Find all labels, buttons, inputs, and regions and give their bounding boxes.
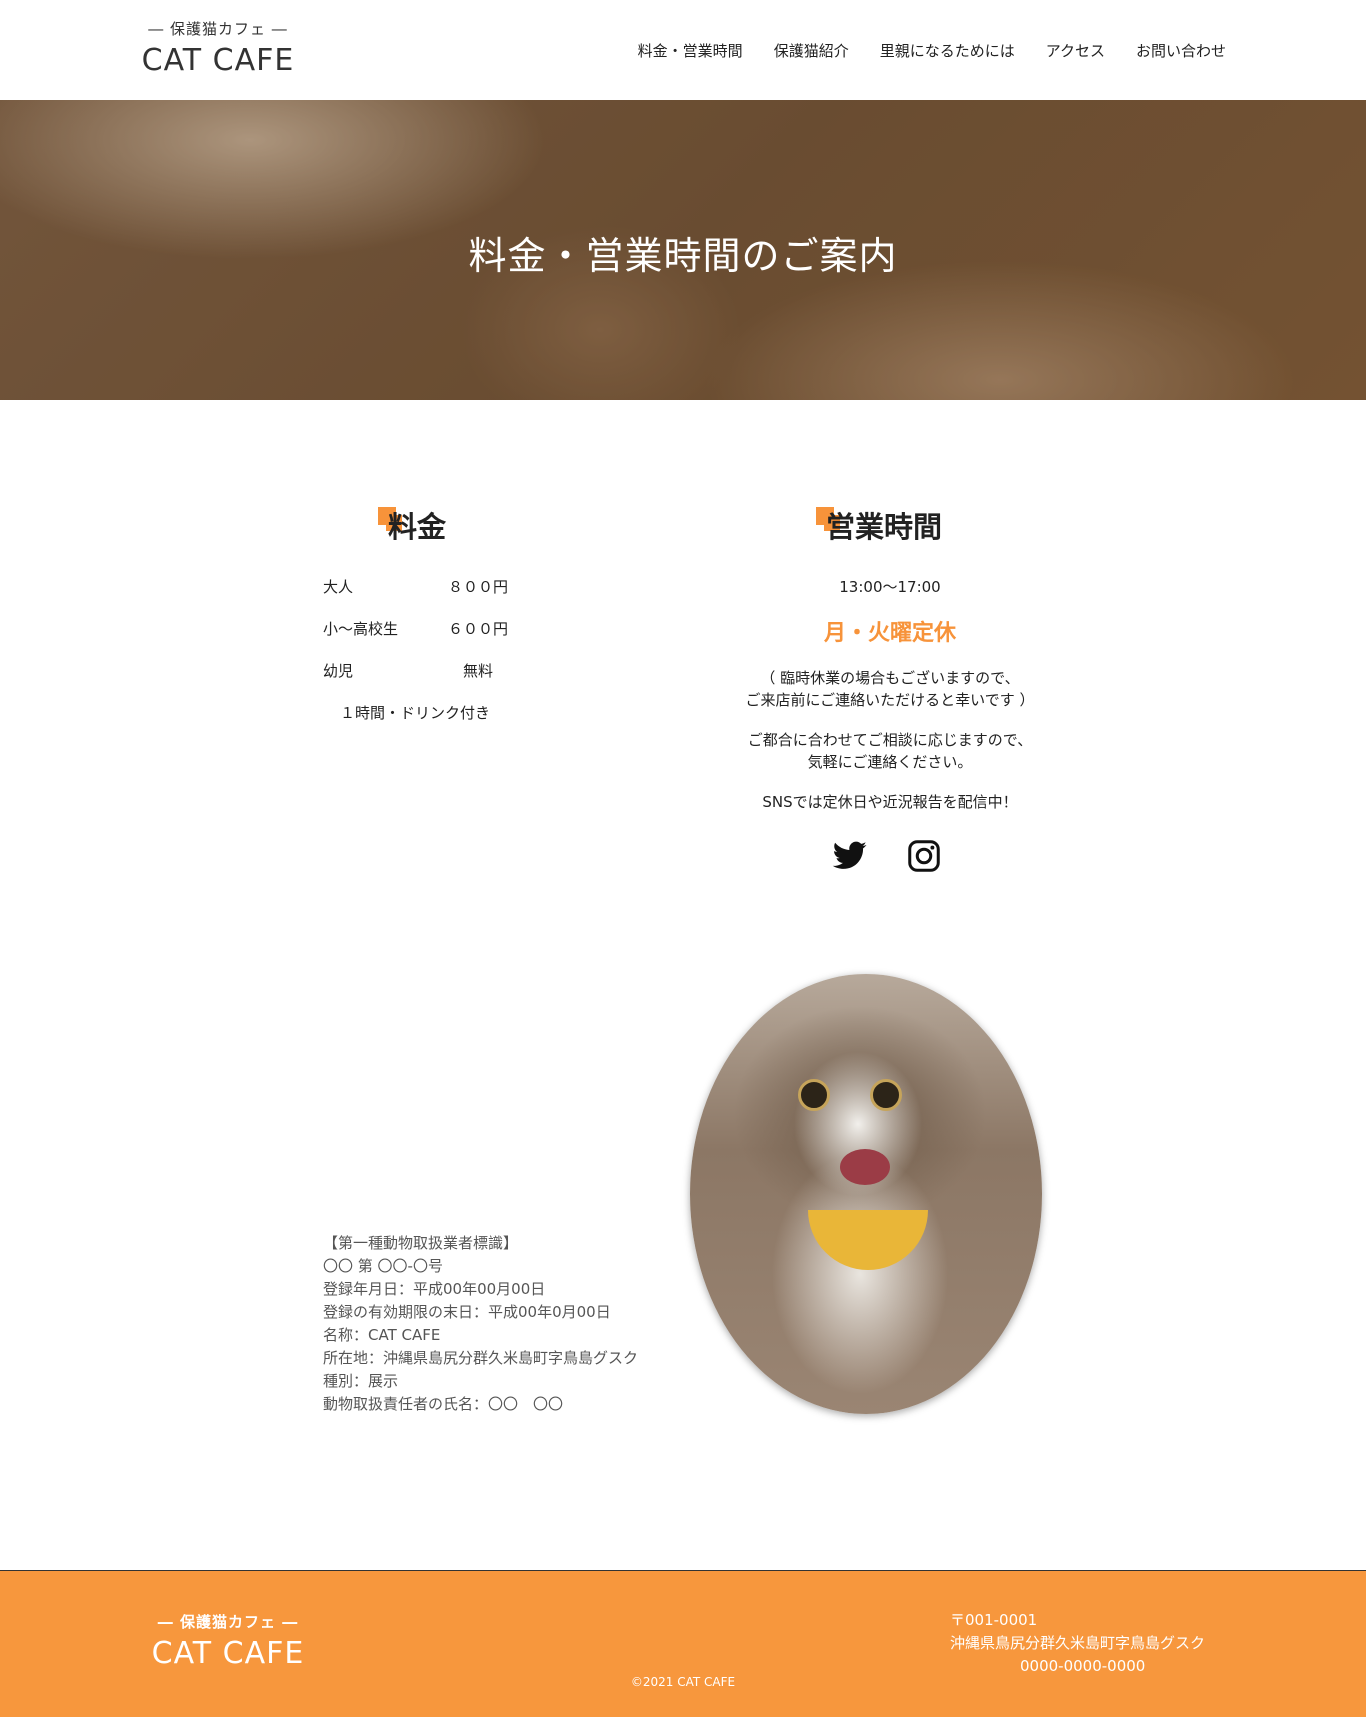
hours-heading: 営業時間 <box>816 504 943 546</box>
nav-item-price-hours[interactable]: 料金・営業時間 <box>638 40 743 61</box>
registration-line: 【第一種動物取扱業者標識】 <box>323 1234 519 1252</box>
note-line: 気軽にご連絡ください。 <box>807 753 973 771</box>
logo-title: CAT CAFE <box>141 43 295 78</box>
registration-line: 種別：展示 <box>323 1372 399 1390</box>
registration-line: 名称：CAT CAFE <box>323 1326 441 1344</box>
registration-line: 登録の有効期限の末日：平成00年0月00日 <box>323 1303 611 1321</box>
social-links <box>832 838 942 874</box>
price-value: ６００円 <box>447 620 508 638</box>
registration-line: 登録年月日：平成00年00月00日 <box>323 1280 546 1298</box>
note-line: ご来店前にご連絡いただけると幸いです ） <box>745 691 1035 709</box>
sns-note: SNSでは定休日や近況報告を配信中！ <box>762 793 1018 811</box>
registration-line: 所在地：沖縄県島尻分群久米島町字鳥島グスク <box>323 1349 639 1367</box>
price-value: ８００円 <box>447 578 508 596</box>
hours-info: 13:00〜17:00 月・火曜定休 （ 臨時休業の場合もございますので、 ご来… <box>720 576 1060 831</box>
footer-logo-title: CAT CAFE <box>151 1636 305 1671</box>
twitter-icon[interactable] <box>832 838 868 874</box>
price-heading: 料金 <box>378 504 447 546</box>
footer-logo-subtitle: ― 保護猫カフェ ― <box>157 1613 299 1631</box>
note-line: （ 臨時休業の場合もございますので、 <box>760 669 1020 687</box>
site-header: ― 保護猫カフェ ― CAT CAFE 料金・営業時間 保護猫紹介 里親になるた… <box>0 0 1366 100</box>
price-label: 大人 <box>323 578 354 596</box>
logo-subtitle: ― 保護猫カフェ ― <box>148 20 288 38</box>
consultation-note: ご都合に合わせてご相談に応じますので、 気軽にご連絡ください。 <box>720 729 1060 773</box>
price-row: 大人 ８００円 <box>323 576 523 618</box>
cat-mouth <box>840 1149 890 1185</box>
price-row: 小〜高校生 ６００円 <box>323 618 523 660</box>
price-note: １時間・ドリンク付き <box>340 704 491 722</box>
postal-code: 〒001-0001 <box>950 1611 1038 1629</box>
price-row: 幼児 無料 <box>323 660 523 702</box>
cat-scarf <box>808 1210 928 1270</box>
closed-days: 月・火曜定休 <box>823 621 956 646</box>
nav-item-contact[interactable]: お問い合わせ <box>1136 40 1226 61</box>
instagram-icon[interactable] <box>906 838 942 874</box>
price-heading-text: 料金 <box>388 510 447 544</box>
temporary-closure-note: （ 臨時休業の場合もございますので、 ご来店前にご連絡いただけると幸いです ） <box>720 667 1060 711</box>
business-hours: 13:00〜17:00 <box>839 578 941 596</box>
address: 沖縄県鳥尻分群久米島町字鳥島グスク <box>950 1634 1206 1652</box>
hero-title: 料金・営業時間のご案内 <box>468 234 898 278</box>
site-footer: ― 保護猫カフェ ― CAT CAFE ©2021 CAT CAFE 〒001-… <box>0 1570 1366 1717</box>
cat-eye <box>798 1079 830 1111</box>
note-line: ご都合に合わせてご相談に応じますので、 <box>747 731 1033 749</box>
price-label: 小〜高校生 <box>323 620 399 638</box>
hero-banner: 料金・営業時間のご案内 <box>0 100 1366 400</box>
nav-item-cats[interactable]: 保護猫紹介 <box>774 40 849 61</box>
registration-line: 〇〇 第 〇〇-〇号 <box>323 1257 443 1275</box>
price-value: 無料 <box>462 662 493 680</box>
footer-logo[interactable]: ― 保護猫カフェ ― CAT CAFE <box>148 1611 308 1671</box>
registration-line: 動物取扱責任者の氏名：〇〇 〇〇 <box>323 1395 564 1413</box>
price-label: 幼児 <box>323 662 354 680</box>
cat-eye <box>870 1079 902 1111</box>
nav-item-adoption[interactable]: 里親になるためには <box>880 40 1015 61</box>
site-logo[interactable]: ― 保護猫カフェ ― CAT CAFE <box>138 18 298 78</box>
hours-heading-text: 営業時間 <box>826 510 943 544</box>
phone-number: 0000-0000-0000 <box>1020 1657 1146 1675</box>
footer-address: 〒001-0001 沖縄県鳥尻分群久米島町字鳥島グスク 0000-0000-00… <box>950 1609 1205 1678</box>
main-nav: 料金・営業時間 保護猫紹介 里親になるためには アクセス お問い合わせ <box>638 40 1226 61</box>
price-table: 大人 ８００円 小〜高校生 ６００円 幼児 無料 <box>323 576 523 702</box>
cat-photo <box>690 974 1042 1414</box>
animal-business-registration: 【第一種動物取扱業者標識】 〇〇 第 〇〇-〇号 登録年月日：平成00年00月0… <box>323 1232 638 1416</box>
nav-item-access[interactable]: アクセス <box>1046 40 1105 61</box>
